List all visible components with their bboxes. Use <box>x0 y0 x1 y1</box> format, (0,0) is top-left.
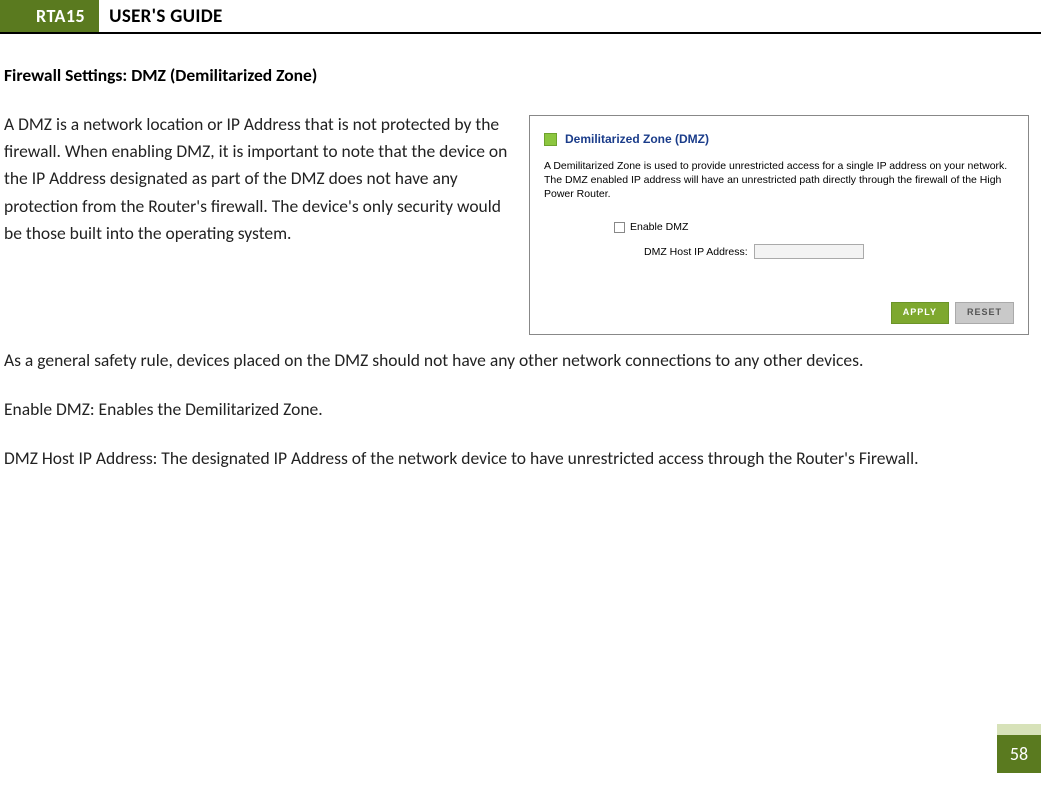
document-header: RTA15 USER'S GUIDE <box>0 0 1041 34</box>
section-marker-icon <box>544 133 557 146</box>
dmz-host-ip-input[interactable] <box>754 244 864 259</box>
product-badge: RTA15 <box>22 0 99 32</box>
enable-dmz-checkbox[interactable] <box>614 222 625 233</box>
header-accent-strip <box>0 0 22 32</box>
enable-dmz-label: Enable DMZ <box>630 219 688 235</box>
page-content: Firewall Settings: DMZ (Demilitarized Zo… <box>0 34 1041 472</box>
paragraph-3: Enable DMZ: Enables the Demilitarized Zo… <box>4 396 1029 423</box>
paragraph-2: As a general safety rule, devices placed… <box>4 347 1029 374</box>
paragraph-1: A DMZ is a network location or IP Addres… <box>4 111 517 247</box>
section-heading: Firewall Settings: DMZ (Demilitarized Zo… <box>4 62 1029 89</box>
panel-description: A Demilitarized Zone is used to provide … <box>544 159 1014 202</box>
panel-title: Demilitarized Zone (DMZ) <box>565 130 709 149</box>
page-number: 58 <box>997 735 1041 773</box>
reset-button[interactable]: RESET <box>955 302 1014 324</box>
paragraph-4: DMZ Host IP Address: The designated IP A… <box>4 445 1029 472</box>
intro-paragraph-block: A DMZ is a network location or IP Addres… <box>4 111 517 261</box>
document-title: USER'S GUIDE <box>99 0 222 32</box>
apply-button[interactable]: APPLY <box>891 302 949 324</box>
dmz-host-ip-label: DMZ Host IP Address: <box>614 244 748 260</box>
router-ui-screenshot: Demilitarized Zone (DMZ) A Demilitarized… <box>529 115 1029 335</box>
